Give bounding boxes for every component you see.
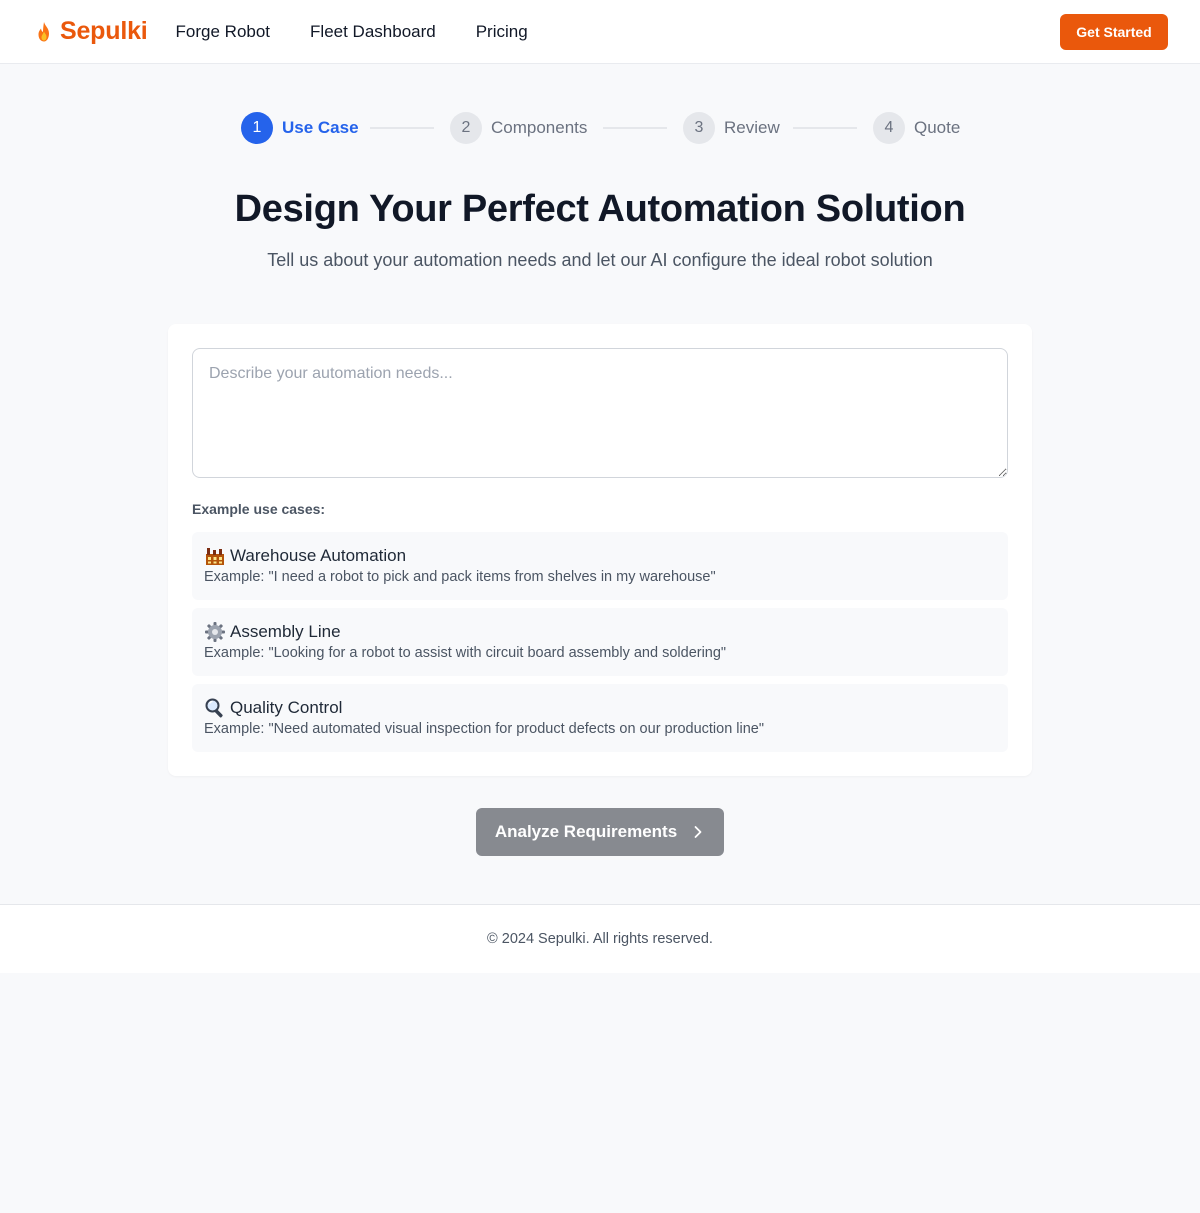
- nav-link-pricing[interactable]: Pricing: [476, 22, 528, 42]
- example-title: Assembly Line: [230, 622, 341, 641]
- step-label: Components: [491, 118, 588, 137]
- page-footer: © 2024 Sepulki. All rights reserved.: [0, 904, 1200, 973]
- use-case-card: Example use cases: Warehouse Automation …: [168, 324, 1032, 776]
- page-subtitle: Tell us about your automation needs and …: [267, 250, 933, 270]
- factory-icon: [206, 548, 224, 565]
- step-components[interactable]: 2 Components: [450, 112, 587, 144]
- analyze-requirements-button[interactable]: Analyze Requirements: [476, 808, 724, 856]
- step-review[interactable]: 3 Review: [683, 112, 780, 144]
- example-description: Example: "Looking for a robot to assist …: [204, 645, 727, 661]
- step-use-case[interactable]: 1 Use Case: [241, 112, 359, 144]
- copyright-text: © 2024 Sepulki. All rights reserved.: [487, 931, 713, 947]
- chevron-right-icon: [694, 826, 702, 838]
- brand-logo[interactable]: Sepulki: [32, 17, 148, 46]
- flame-icon: [38, 21, 49, 41]
- step-label: Quote: [914, 118, 961, 137]
- step-connector: [793, 127, 857, 129]
- example-title: Quality Control: [230, 698, 343, 717]
- examples-heading: Example use cases:: [192, 501, 326, 517]
- example-description: Example: "I need a robot to pick and pac…: [204, 569, 716, 585]
- example-warehouse-automation[interactable]: Warehouse Automation Example: "I need a …: [192, 532, 1008, 600]
- progress-stepper: 1 Use Case 2 Components 3 Review 4 Quote: [0, 112, 1200, 144]
- step-label: Review: [724, 118, 780, 137]
- get-started-button[interactable]: Get Started: [1060, 14, 1168, 50]
- automation-needs-input[interactable]: [192, 348, 1008, 478]
- example-description: Example: "Need automated visual inspecti…: [204, 721, 765, 737]
- step-quote[interactable]: 4 Quote: [873, 112, 960, 144]
- step-connector: [370, 127, 434, 129]
- step-connector: [603, 127, 667, 129]
- top-nav-bar: Sepulki Forge Robot Fleet Dashboard Pric…: [0, 0, 1200, 64]
- brand-name: Sepulki: [60, 17, 148, 45]
- example-quality-control[interactable]: Quality Control Example: "Need automated…: [192, 684, 1008, 752]
- nav-link-fleet-dashboard[interactable]: Fleet Dashboard: [310, 22, 436, 42]
- example-assembly-line[interactable]: Assembly Line Example: "Looking for a ro…: [192, 608, 1008, 676]
- step-number: 3: [683, 112, 715, 144]
- step-number: 4: [873, 112, 905, 144]
- magnifier-icon: [205, 698, 223, 718]
- example-title: Warehouse Automation: [230, 546, 407, 565]
- page-title: Design Your Perfect Automation Solution: [234, 188, 966, 230]
- gear-icon: [205, 622, 225, 642]
- step-number: 1: [241, 112, 273, 144]
- nav-link-forge-robot[interactable]: Forge Robot: [176, 22, 271, 42]
- step-number: 2: [450, 112, 482, 144]
- step-label: Use Case: [282, 118, 359, 137]
- analyze-button-label: Analyze Requirements: [494, 822, 678, 841]
